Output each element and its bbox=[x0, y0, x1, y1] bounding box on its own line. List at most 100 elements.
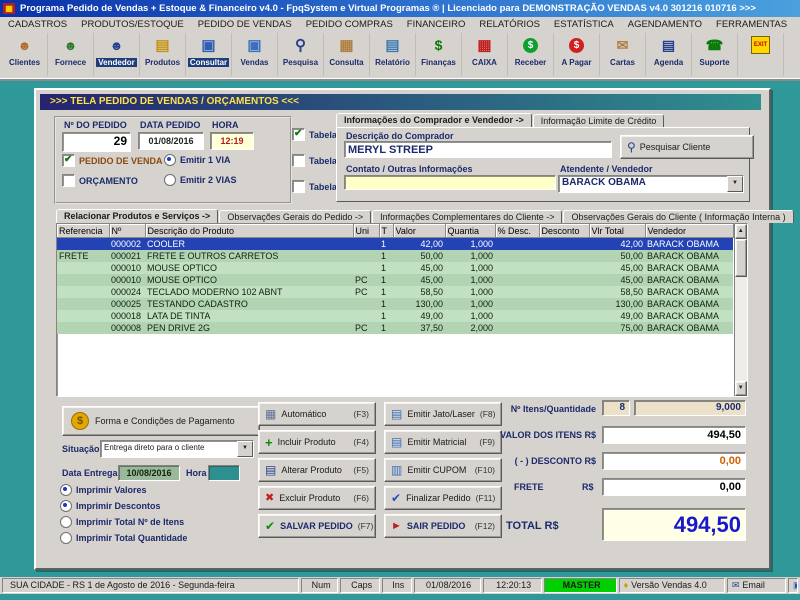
delete-icon: ✖ bbox=[265, 493, 274, 504]
buyer-tabs: Informações do Comprador e Vendedor -> I… bbox=[336, 112, 665, 127]
menu-item[interactable]: PEDIDO COMPRAS bbox=[298, 19, 399, 30]
menu-item[interactable]: CADASTROS bbox=[0, 19, 73, 30]
menu-bar: CADASTROS PRODUTOS/ESTOQUE PEDIDO DE VEN… bbox=[0, 17, 800, 33]
menu-item[interactable]: ESTATÍSTICA bbox=[546, 19, 620, 30]
table-row[interactable]: 000010 MOUSE OPTICO PC 1 45,00 1,000 45,… bbox=[57, 274, 733, 286]
product-tab[interactable]: Informações Complementares do Cliente -> bbox=[372, 210, 562, 223]
order-date-field[interactable]: 01/08/2016 bbox=[138, 132, 204, 150]
scrollbar-thumb[interactable] bbox=[735, 239, 748, 277]
column-header[interactable]: Uni bbox=[353, 224, 379, 238]
toolbar-button[interactable]: ⚲ Pesquisa bbox=[278, 33, 324, 76]
contact-input[interactable] bbox=[344, 175, 556, 190]
emit-button[interactable]: ✔ Finalizar Pedido (F11) bbox=[384, 486, 502, 510]
toolbar-button[interactable]: ▦ CAIXA bbox=[462, 33, 508, 76]
toolbar-button[interactable]: $ Finanças bbox=[416, 33, 462, 76]
print-option-radio[interactable]: Imprimir Total Nº de Itens bbox=[60, 516, 187, 528]
auto-icon: ▦ bbox=[265, 408, 276, 420]
scroll-up-icon[interactable]: ▲ bbox=[735, 224, 748, 239]
toolbar-button[interactable]: ▤ Agenda bbox=[646, 33, 692, 76]
table-row[interactable]: 000024 TECLADO MODERNO 102 ABNT PC 1 58,… bbox=[57, 286, 733, 298]
table-row[interactable]: 000018 LATA DE TINTA 1 49,00 1,000 49,00… bbox=[57, 310, 733, 322]
column-header[interactable]: Valor bbox=[393, 224, 445, 238]
chevron-down-icon[interactable]: ▼ bbox=[237, 441, 253, 457]
menu-item[interactable]: FINANCEIRO bbox=[399, 19, 472, 30]
print-option-radio[interactable]: Imprimir Total Quantidade bbox=[60, 532, 187, 544]
menu-item[interactable]: RELATÓRIOS bbox=[471, 19, 546, 30]
order-type-checkbox[interactable]: PEDIDO DE VENDA bbox=[62, 154, 163, 167]
action-button[interactable]: ✖ Excluir Produto (F6) bbox=[258, 486, 376, 510]
table-row[interactable]: 000008 PEN DRIVE 2G PC 1 37,50 2,000 75,… bbox=[57, 322, 733, 334]
checkbox-icon bbox=[62, 174, 75, 187]
payment-terms-button[interactable]: $ Forma e Condições de Pagamento bbox=[62, 406, 260, 436]
buyer-tab[interactable]: Informação Limite de Crédito bbox=[533, 114, 665, 127]
table-scrollbar[interactable]: ▲ ▼ bbox=[734, 224, 748, 396]
column-header[interactable]: Quantia bbox=[445, 224, 495, 238]
order-time-label: HORA bbox=[212, 120, 239, 130]
delivery-date-field[interactable]: 10/08/2016 bbox=[118, 465, 180, 481]
vias-radio[interactable]: Emitir 2 VIAS bbox=[164, 174, 237, 186]
menu-item[interactable]: AGENDAMENTO bbox=[620, 19, 708, 30]
agenda-icon: ▤ bbox=[662, 38, 675, 52]
table-row[interactable]: 000010 MOUSE OPTICO 1 45,00 1,000 45,00 … bbox=[57, 262, 733, 274]
menu-item[interactable]: PEDIDO DE VENDAS bbox=[190, 19, 298, 30]
toolbar-button[interactable]: $ Receber bbox=[508, 33, 554, 76]
toolbar-button[interactable]: ☻ Fornece bbox=[48, 33, 94, 76]
radio-icon bbox=[60, 500, 72, 512]
print-option-radio[interactable]: Imprimir Descontos bbox=[60, 500, 187, 512]
menu-item[interactable]: FERRAMENTAS bbox=[708, 19, 793, 30]
buyer-tab[interactable]: Informações do Comprador e Vendedor -> bbox=[336, 113, 532, 127]
toolbar-button[interactable]: ▦ Consulta bbox=[324, 33, 370, 76]
order-type-options: PEDIDO DE VENDA ORÇAMENTO bbox=[62, 154, 163, 187]
toolbar-button[interactable]: ✉ Cartas bbox=[600, 33, 646, 76]
order-time-field[interactable]: 12:19 bbox=[210, 132, 254, 150]
action-button[interactable]: ▦ Automático (F3) bbox=[258, 402, 376, 426]
chevron-down-icon[interactable]: ▼ bbox=[727, 176, 743, 192]
menu-item[interactable]: AJUDA bbox=[793, 19, 800, 30]
menu-item[interactable]: PRODUTOS/ESTOQUE bbox=[73, 19, 190, 30]
vias-radio[interactable]: Emitir 1 VIA bbox=[164, 154, 237, 166]
table-row[interactable]: 000025 TESTANDO CADASTRO 1 130,00 1,000 … bbox=[57, 298, 733, 310]
toolbar-button[interactable]: ☎ Suporte bbox=[692, 33, 738, 76]
table-row[interactable]: 000002 COOLER 1 42,00 1,000 42,00 BARACK… bbox=[57, 238, 733, 251]
order-type-checkbox[interactable]: ORÇAMENTO bbox=[62, 174, 163, 187]
table-row[interactable]: FRETE 000021 FRETE E OUTROS CARRETOS 1 5… bbox=[57, 250, 733, 262]
column-header[interactable]: Vendedor bbox=[645, 224, 733, 238]
menu-item-label: AGENDAMENTO bbox=[628, 19, 702, 30]
product-tab[interactable]: Observações Gerais do Pedido -> bbox=[219, 210, 371, 223]
menu-item-label: RELATÓRIOS bbox=[479, 19, 540, 30]
toolbar-button[interactable]: ☻ Clientes bbox=[2, 33, 48, 76]
action-button[interactable]: + Incluir Produto (F4) bbox=[258, 430, 376, 454]
toolbar-button[interactable]: $ A Pagar bbox=[554, 33, 600, 76]
action-button[interactable]: ▤ Alterar Produto (F5) bbox=[258, 458, 376, 482]
emit-button[interactable]: ► SAIR PEDIDO (F12) bbox=[384, 514, 502, 538]
column-header[interactable]: Referencia bbox=[57, 224, 109, 238]
column-header[interactable]: T bbox=[379, 224, 393, 238]
scroll-down-icon[interactable]: ▼ bbox=[735, 381, 748, 396]
buyer-name-input[interactable] bbox=[344, 141, 612, 158]
print-option-radio[interactable]: Imprimir Valores bbox=[60, 484, 187, 496]
column-header[interactable]: Descrição do Produto bbox=[145, 224, 353, 238]
toolbar-button-label: Consulta bbox=[327, 58, 365, 67]
toolbar-button[interactable]: EXIT bbox=[738, 33, 784, 76]
column-header[interactable]: Vlr Total bbox=[589, 224, 645, 238]
column-header[interactable]: Nº bbox=[109, 224, 145, 238]
order-number-field[interactable]: 29 bbox=[62, 132, 131, 152]
delivery-time-field[interactable] bbox=[208, 465, 240, 481]
toolbar-button[interactable]: ▣ Consultar bbox=[186, 33, 232, 76]
situation-combo[interactable]: Entrega direto para o cliente ▼ bbox=[100, 440, 254, 458]
toolbar-button[interactable]: ▣ Vendas bbox=[232, 33, 278, 76]
vendor-icon: ☻ bbox=[110, 39, 124, 52]
vias-options: Emitir 1 VIA Emitir 2 VIAS bbox=[164, 154, 237, 186]
product-tab[interactable]: Observações Gerais do Cliente ( Informaç… bbox=[563, 210, 793, 223]
column-header[interactable]: % Desc. bbox=[495, 224, 539, 238]
product-tab[interactable]: Relacionar Produtos e Serviços -> bbox=[56, 209, 218, 223]
total-label: TOTAL R$ bbox=[506, 520, 559, 532]
products-icon: ▤ bbox=[155, 38, 169, 53]
toolbar-button[interactable]: ▤ Produtos bbox=[140, 33, 186, 76]
action-button[interactable]: ✔ SALVAR PEDIDO (F7) bbox=[258, 514, 376, 538]
attendant-combo[interactable]: BARACK OBAMA ▼ bbox=[558, 175, 744, 193]
toolbar-button[interactable]: ▤ Relatório bbox=[370, 33, 416, 76]
toolbar-button[interactable]: ☻ Vendedor bbox=[94, 33, 140, 76]
search-client-button[interactable]: ⚲Pesquisar Cliente bbox=[620, 135, 754, 159]
column-header[interactable]: Desconto bbox=[539, 224, 589, 238]
